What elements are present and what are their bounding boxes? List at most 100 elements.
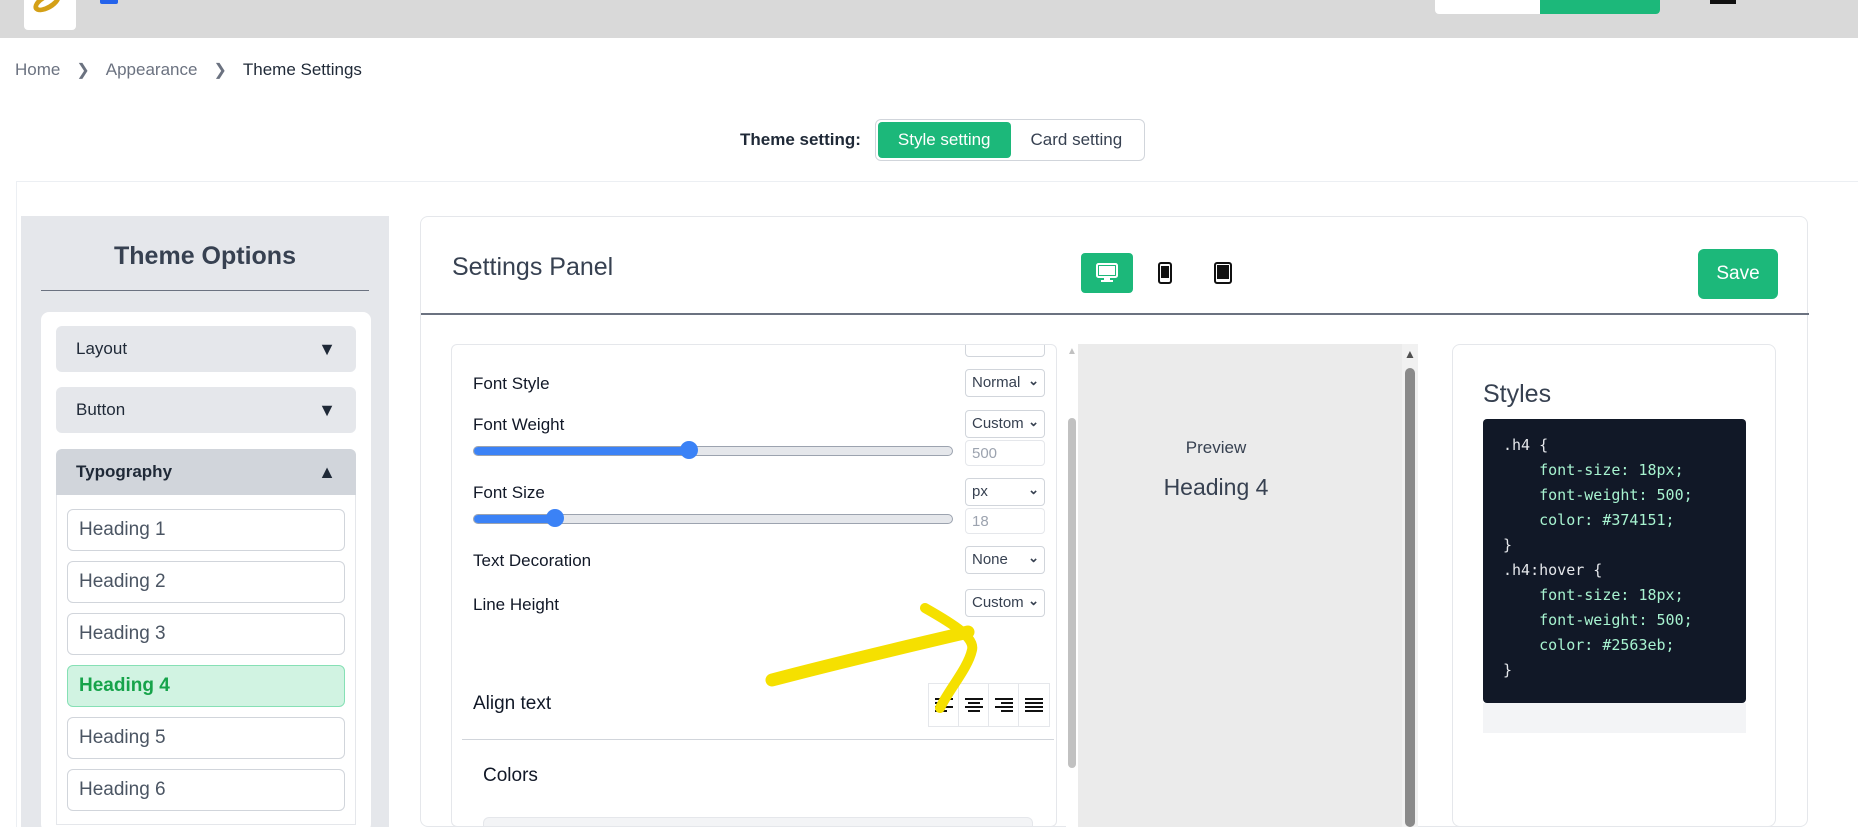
font-size-input[interactable]: 18 xyxy=(965,508,1045,534)
list-item[interactable]: Heading 2 xyxy=(67,561,345,603)
line-height-select[interactable]: Custom ⌄ xyxy=(965,589,1045,617)
slider-fill xyxy=(474,515,556,523)
text-decoration-label: Text Decoration xyxy=(473,551,592,570)
breadcrumb-current: Theme Settings xyxy=(242,60,362,79)
font-style-select[interactable]: Normal ⌄ xyxy=(965,369,1045,397)
triangle-down-icon: ▼ xyxy=(318,399,336,420)
code-line: color: #374151; xyxy=(1539,511,1675,529)
styles-card: Styles .h4 { font-size: 18px; font-weigh… xyxy=(1452,344,1776,827)
code-line: font-weight: 500; xyxy=(1539,486,1693,504)
scroll-up-icon[interactable]: ▲ xyxy=(1067,346,1077,357)
code-line: .h4:hover { xyxy=(1503,561,1603,579)
slider-thumb[interactable] xyxy=(546,509,565,527)
triangle-down-icon: ▼ xyxy=(318,338,336,359)
select-value: px xyxy=(972,483,988,500)
typography-settings: Font Style Normal ⌄ Font Weight Custom ⌄ 5… xyxy=(451,344,1057,827)
partial-select[interactable] xyxy=(965,345,1045,357)
menu-icon[interactable] xyxy=(1710,0,1736,4)
select-value: None xyxy=(972,551,1008,568)
list-item-active[interactable]: Heading 4 xyxy=(67,665,345,707)
font-weight-input[interactable]: 500 xyxy=(965,440,1045,466)
chevron-right-icon: ❯ xyxy=(213,62,227,79)
align-text-label: Align text xyxy=(473,693,552,714)
theme-setting-label: Theme setting: xyxy=(740,130,861,149)
font-size-slider[interactable] xyxy=(473,509,953,527)
accordion-button[interactable]: Button ▼ xyxy=(56,387,356,433)
align-justify-icon[interactable] xyxy=(1019,684,1049,726)
accordion-typography[interactable]: Typography ▲ xyxy=(56,449,356,495)
nav-indicator xyxy=(100,0,118,4)
top-action-button[interactable] xyxy=(1540,0,1660,14)
top-actions[interactable] xyxy=(1435,0,1660,14)
chevron-down-icon: ⌄ xyxy=(1026,550,1039,566)
font-size-unit-select[interactable]: px ⌄ xyxy=(965,478,1045,506)
panel-divider xyxy=(421,313,1809,315)
preview-scrollbar-thumb[interactable] xyxy=(1405,368,1415,827)
styles-title: Styles xyxy=(1483,380,1552,408)
desktop-icon[interactable] xyxy=(1081,253,1133,293)
chevron-down-icon: ⌄ xyxy=(1026,414,1039,430)
accordion-label: Layout xyxy=(76,339,128,358)
chevron-down-icon: ⌄ xyxy=(1026,593,1039,609)
align-center-icon[interactable] xyxy=(959,684,989,726)
preview-label: Preview xyxy=(1185,438,1247,457)
code-scrollbar[interactable] xyxy=(1483,703,1746,733)
list-item[interactable]: Heading 5 xyxy=(67,717,345,759)
theme-options-sidebar: Theme Options Layout ▼ Button ▼ Typograp… xyxy=(21,216,389,832)
accordion-label: Button xyxy=(76,400,126,419)
preview-pane: Preview Heading 4 xyxy=(1078,344,1402,827)
slider-thumb[interactable] xyxy=(680,441,699,459)
align-right-icon[interactable] xyxy=(989,684,1019,726)
sidebar-card: Layout ▼ Button ▼ Typography ▲ Heading 1… xyxy=(41,312,371,832)
scroll-up-icon[interactable]: ▲ xyxy=(1404,347,1416,361)
font-weight-slider[interactable] xyxy=(473,441,953,459)
chevron-right-icon: ❯ xyxy=(76,62,90,79)
preview-heading: Heading 4 xyxy=(1163,474,1269,500)
sidebar-title: Theme Options xyxy=(114,242,296,270)
mobile-icon[interactable] xyxy=(1139,253,1191,293)
list-item[interactable]: Heading 3 xyxy=(67,613,345,655)
code-line: font-weight: 500; xyxy=(1539,611,1693,629)
theme-setting-row: Theme setting: Style setting Card settin… xyxy=(740,119,1146,161)
code-line: font-size: 18px; xyxy=(1539,586,1684,604)
save-button[interactable]: Save xyxy=(1698,249,1778,299)
font-style-label: Font Style xyxy=(473,374,550,393)
list-item[interactable]: Heading 6 xyxy=(67,769,345,811)
tablet-icon[interactable] xyxy=(1197,253,1249,293)
accordion-label: Typography xyxy=(76,462,173,481)
breadcrumb: Home ❯ Appearance ❯ Theme Settings xyxy=(15,60,362,80)
code-line: font-size: 18px; xyxy=(1539,461,1684,479)
select-value: Normal xyxy=(972,374,1021,391)
select-value: Custom xyxy=(972,415,1024,432)
section-divider xyxy=(462,739,1054,740)
device-switcher xyxy=(1081,253,1249,293)
typography-list: Heading 1 Heading 2 Heading 3 Heading 4 … xyxy=(56,495,356,825)
align-left-icon[interactable] xyxy=(929,684,959,726)
breadcrumb-home[interactable]: Home xyxy=(15,60,60,80)
slider-fill xyxy=(474,447,690,455)
settings-scrollbar-thumb[interactable] xyxy=(1068,418,1076,768)
font-weight-label: Font Weight xyxy=(473,415,565,434)
line-height-label: Line Height xyxy=(473,595,560,614)
sidebar-divider xyxy=(41,290,369,291)
chevron-down-icon: ⌄ xyxy=(1026,482,1039,498)
breadcrumb-appearance[interactable]: Appearance xyxy=(106,60,198,80)
colors-tabs[interactable] xyxy=(483,817,1033,826)
select-value: Custom xyxy=(972,594,1024,611)
card-setting-tab[interactable]: Card setting xyxy=(1011,122,1143,158)
code-line: .h4 { xyxy=(1503,436,1549,454)
list-item[interactable]: Heading 1 xyxy=(67,509,345,551)
panel-title: Settings Panel xyxy=(452,253,614,281)
text-decoration-select[interactable]: None ⌄ xyxy=(965,546,1045,574)
accordion-layout[interactable]: Layout ▼ xyxy=(56,326,356,372)
app-logo[interactable] xyxy=(24,0,76,30)
code-line: color: #2563eb; xyxy=(1539,636,1675,654)
theme-setting-toggle: Style setting Card setting xyxy=(874,119,1146,161)
font-size-label: Font Size xyxy=(473,483,545,502)
font-weight-select[interactable]: Custom ⌄ xyxy=(965,410,1045,438)
triangle-up-icon: ▲ xyxy=(318,461,336,482)
colors-title: Colors xyxy=(483,765,538,786)
style-setting-tab[interactable]: Style setting xyxy=(877,122,1011,158)
top-navbar xyxy=(0,0,1858,38)
css-code-block: .h4 { font-size: 18px; font-weight: 500;… xyxy=(1483,419,1746,703)
